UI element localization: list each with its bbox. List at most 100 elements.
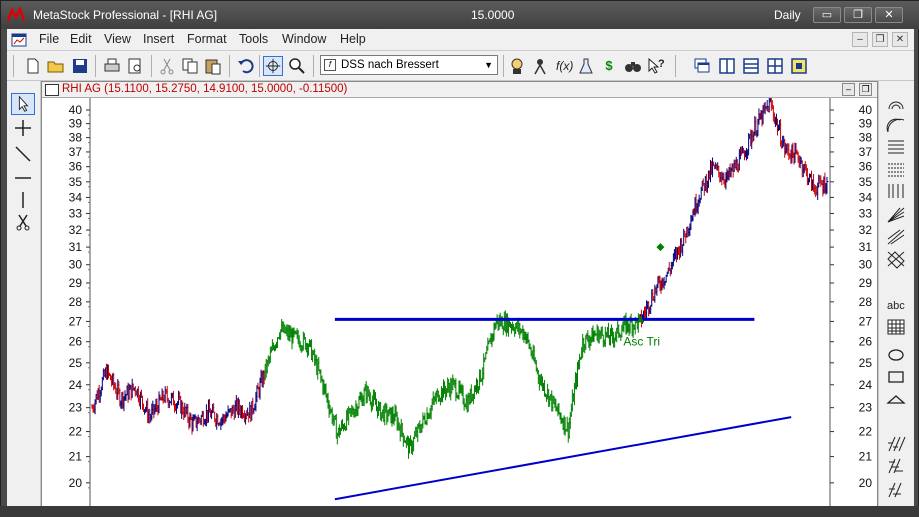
arrange-icons-icon[interactable] xyxy=(789,56,809,76)
drawing-tools-left xyxy=(7,81,41,507)
y-tick-label-left: 39 xyxy=(69,117,83,131)
menu-bar: File Edit View Insert Format Tools Windo… xyxy=(7,29,914,51)
chart-restore-button[interactable]: ❐ xyxy=(859,83,872,96)
crosshair-pointer-icon[interactable] xyxy=(263,56,283,76)
chart-document-icon[interactable] xyxy=(11,32,27,48)
y-tick-label-left: 24 xyxy=(69,378,83,392)
mdi-close-button[interactable]: ✕ xyxy=(892,32,908,47)
chart-ohlc-caption: RHI AG (15.1100, 15.2750, 14.9100, 15.00… xyxy=(62,83,348,95)
restore-button[interactable]: ❐ xyxy=(844,7,872,23)
toolbar-grip xyxy=(13,55,14,77)
rectangle-icon[interactable] xyxy=(885,367,907,387)
andrews-pitchfork-icon[interactable] xyxy=(885,227,907,247)
y-tick-label-left: 36 xyxy=(69,160,83,174)
explorer-icon[interactable] xyxy=(530,56,550,76)
y-tick-label-right: 31 xyxy=(859,240,873,254)
vertical-line-icon[interactable] xyxy=(11,189,35,211)
horizontal-line-icon[interactable] xyxy=(11,167,35,189)
y-tick-label-right: 33 xyxy=(859,206,873,220)
metastock-logo-icon xyxy=(7,7,25,22)
chart-minimize-button[interactable]: – xyxy=(842,83,855,96)
menu-format[interactable]: Format xyxy=(187,32,227,46)
y-tick-label-right: 29 xyxy=(859,276,873,290)
y-tick-label-left: 34 xyxy=(69,190,83,204)
y-tick-label-right: 25 xyxy=(859,356,873,370)
binoculars-icon[interactable] xyxy=(623,56,643,76)
menu-file[interactable]: File xyxy=(39,32,59,46)
table-icon[interactable] xyxy=(885,317,907,337)
price-chart[interactable]: 4039383736353433323130292827262524232221… xyxy=(42,98,877,506)
y-tick-label-right: 28 xyxy=(859,295,873,309)
last-price: 15.0000 xyxy=(471,8,515,22)
cycle-lines-icon[interactable] xyxy=(885,181,907,201)
tile-grid-icon[interactable] xyxy=(765,56,785,76)
scissors-icon[interactable] xyxy=(11,211,35,233)
dollar-icon[interactable]: $ xyxy=(599,56,619,76)
trendline-icon[interactable] xyxy=(11,143,35,165)
menu-insert[interactable]: Insert xyxy=(143,32,174,46)
sell-arrows-icon[interactable] xyxy=(885,455,907,475)
fibonacci-fan-icon[interactable] xyxy=(885,115,907,135)
zoom-icon[interactable] xyxy=(287,56,307,76)
expert-advisor-icon[interactable] xyxy=(507,56,527,76)
system-tester-icon[interactable] xyxy=(576,56,596,76)
mdi-minimize-button[interactable]: – xyxy=(852,32,868,47)
close-button[interactable]: ✕ xyxy=(875,7,903,23)
print-icon[interactable] xyxy=(102,56,122,76)
paste-icon[interactable] xyxy=(203,56,223,76)
y-tick-label-left: 28 xyxy=(69,295,83,309)
mdi-restore-button[interactable]: ❐ xyxy=(872,32,888,47)
gann-fan-icon[interactable] xyxy=(885,205,907,225)
title-bar: MetaStock Professional - [RHI AG] 15.000… xyxy=(1,1,919,29)
cascade-windows-icon[interactable] xyxy=(692,56,712,76)
new-file-icon[interactable] xyxy=(23,56,43,76)
y-tick-label-left: 22 xyxy=(69,425,83,439)
y-tick-label-left: 26 xyxy=(69,335,83,349)
gann-grid-icon[interactable] xyxy=(885,249,907,269)
text-annotation-icon[interactable]: abc xyxy=(885,295,907,315)
menu-view[interactable]: View xyxy=(104,32,131,46)
copy-icon[interactable] xyxy=(180,56,200,76)
signal-arrows-icon[interactable] xyxy=(885,479,907,499)
speed-resistance-icon[interactable] xyxy=(885,159,907,179)
y-tick-label-right: 20 xyxy=(859,476,873,490)
drawing-tools-right: abc xyxy=(878,81,914,507)
crosshair-icon[interactable] xyxy=(11,117,35,139)
ellipse-icon[interactable] xyxy=(885,345,907,365)
minimize-button[interactable]: ▭ xyxy=(813,7,841,23)
menu-window[interactable]: Window xyxy=(282,32,326,46)
chart-window-icon[interactable] xyxy=(45,84,59,96)
y-tick-label-right: 34 xyxy=(859,190,873,204)
y-tick-label-right: 32 xyxy=(859,223,873,237)
status-bar xyxy=(0,506,919,517)
print-preview-icon[interactable] xyxy=(125,56,145,76)
y-tick-label-right: 26 xyxy=(859,335,873,349)
window-title: MetaStock Professional - [RHI AG] xyxy=(33,8,218,22)
triangle-icon[interactable] xyxy=(885,389,907,409)
select-arrow-icon[interactable] xyxy=(11,93,35,115)
y-tick-label-right: 24 xyxy=(859,378,873,392)
help-pointer-icon[interactable]: ? xyxy=(646,56,666,76)
cut-icon[interactable] xyxy=(157,56,177,76)
chevron-down-icon: ▼ xyxy=(484,60,493,70)
indicator-builder-icon[interactable]: f(x) xyxy=(553,56,573,76)
buy-arrows-icon[interactable] xyxy=(885,433,907,453)
tile-horizontal-icon[interactable] xyxy=(741,56,761,76)
tile-vertical-icon[interactable] xyxy=(717,56,737,76)
svg-text:abc: abc xyxy=(887,300,905,312)
undo-icon[interactable] xyxy=(235,56,255,76)
y-tick-label-left: 20 xyxy=(69,476,83,490)
menu-help[interactable]: Help xyxy=(340,32,366,46)
indicator-select[interactable]: f DSS nach Bressert ▼ xyxy=(320,55,498,75)
fibonacci-retracement-icon[interactable] xyxy=(885,137,907,157)
y-tick-label-right: 38 xyxy=(859,131,873,145)
menu-tools[interactable]: Tools xyxy=(239,32,268,46)
save-icon[interactable] xyxy=(70,56,90,76)
open-folder-icon[interactable] xyxy=(46,56,66,76)
y-tick-label-left: 27 xyxy=(69,314,83,328)
chart-window[interactable]: RHI AG (15.1100, 15.2750, 14.9100, 15.00… xyxy=(41,81,878,507)
y-tick-label-right: 27 xyxy=(859,314,873,328)
fibonacci-arcs-icon[interactable] xyxy=(885,93,907,113)
y-tick-label-left: 30 xyxy=(69,258,83,272)
menu-edit[interactable]: Edit xyxy=(70,32,92,46)
